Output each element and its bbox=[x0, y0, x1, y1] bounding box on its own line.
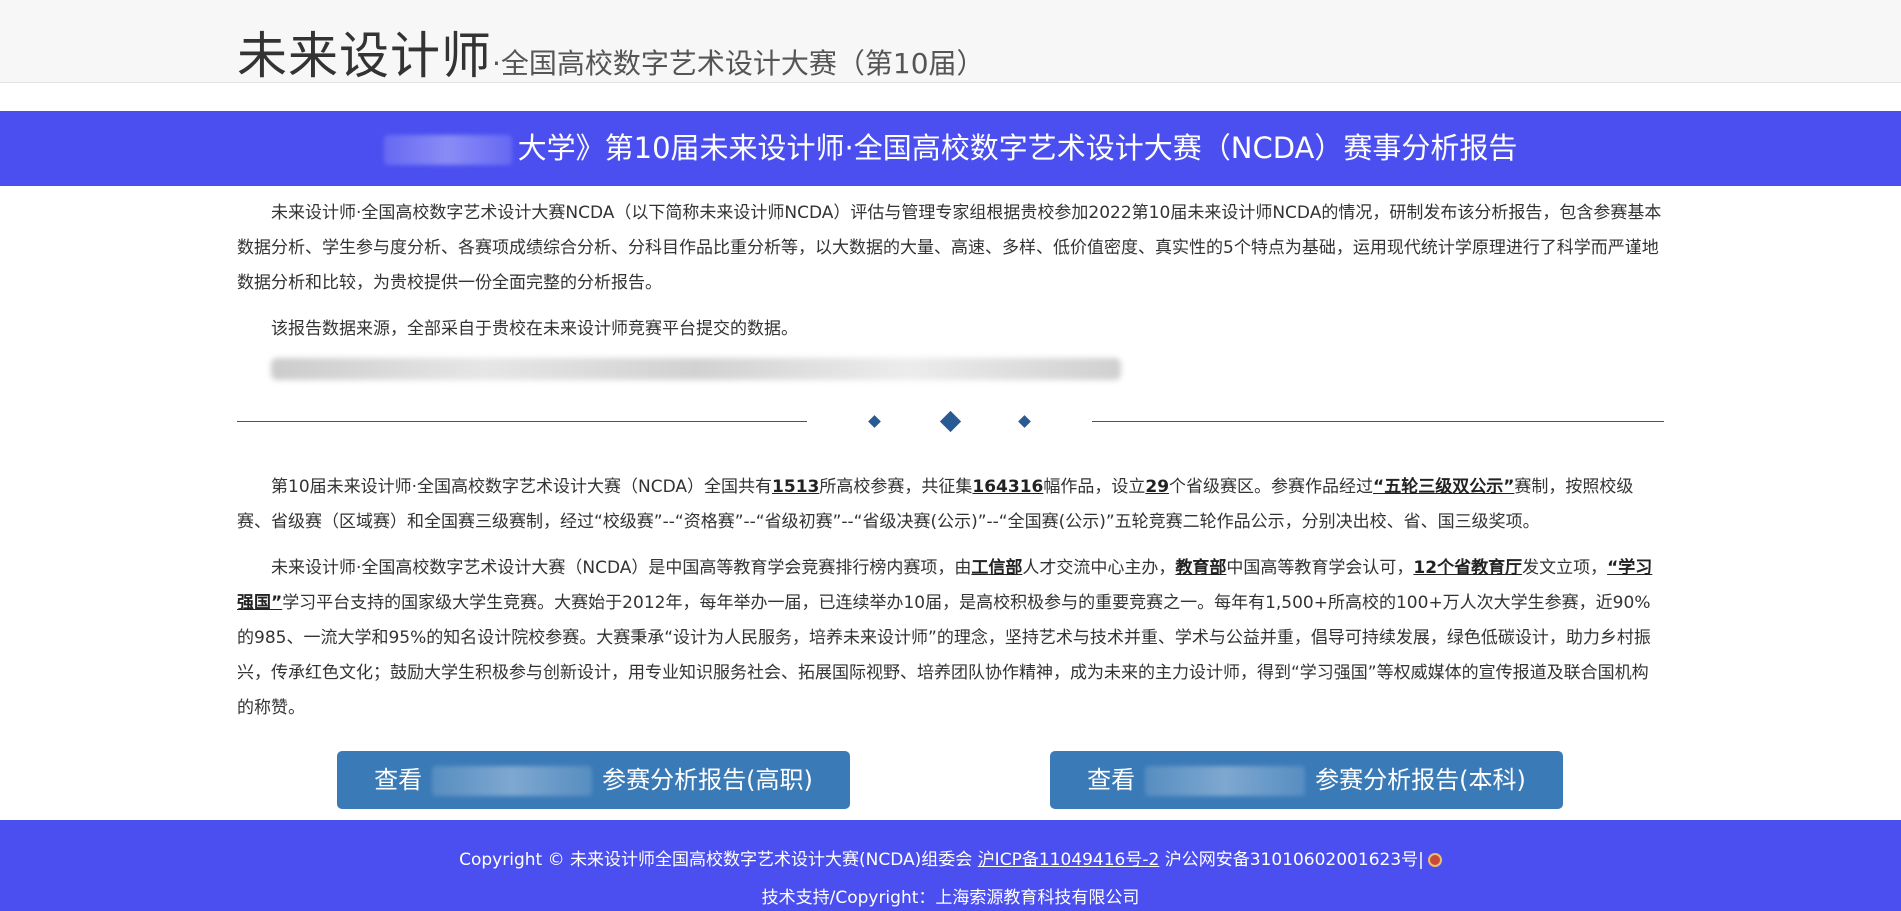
competition-system: “五轮三级双公示” bbox=[1373, 477, 1515, 497]
stats-text: 所高校参赛，共征集 bbox=[819, 477, 973, 497]
diamond-large-icon bbox=[939, 410, 962, 433]
footer-support-row: 技术支持/Copyright：上海索源教育科技有限公司 bbox=[0, 883, 1901, 908]
site-footer: Copyright © 未来设计师全国高校数字艺术设计大赛(NCDA)组委会 沪… bbox=[0, 820, 1901, 911]
view-undergrad-report-button[interactable]: 查看 参赛分析报告(本科) bbox=[1050, 751, 1563, 809]
divider-line-left bbox=[237, 421, 807, 422]
main-content: 未来设计师·全国高校数字艺术设计大赛NCDA（以下简称未来设计师NCDA）评估与… bbox=[237, 196, 1664, 737]
site-header: 未来设计师·全国高校数字艺术设计大赛（第10届） bbox=[0, 0, 1901, 85]
divider-line-right bbox=[1092, 421, 1664, 422]
tech-support-text: 技术支持/Copyright：上海索源教育科技有限公司 bbox=[761, 888, 1140, 908]
button-label-view: 查看 bbox=[374, 766, 423, 794]
data-source-paragraph: 该报告数据来源，全部采自于贵校在未来设计师竞赛平台提交的数据。 bbox=[271, 319, 798, 339]
diamond-small-icon bbox=[868, 415, 881, 428]
copyright-text: Copyright © 未来设计师全国高校数字艺术设计大赛(NCDA)组委会 bbox=[459, 850, 973, 870]
report-title-banner: 大学》第10届未来设计师·全国高校数字艺术设计大赛（NCDA）赛事分析报告 bbox=[0, 111, 1901, 186]
provinces-highlight: 12个省教育厅 bbox=[1413, 558, 1523, 578]
moe-highlight: 教育部 bbox=[1175, 558, 1227, 578]
school-count: 1513 bbox=[772, 477, 820, 497]
icp-link[interactable]: 沪ICP备11049416号-2 bbox=[978, 850, 1160, 870]
section-divider bbox=[237, 402, 1664, 442]
about-text: 未来设计师·全国高校数字艺术设计大赛（NCDA）是中国高等教育学会竞赛排行榜内赛… bbox=[271, 558, 972, 578]
miit-highlight: 工信部 bbox=[971, 558, 1023, 578]
redacted-line bbox=[271, 358, 1121, 380]
logo-dot: · bbox=[492, 47, 501, 80]
report-title: 大学》第10届未来设计师·全国高校数字艺术设计大赛（NCDA）赛事分析报告 bbox=[517, 131, 1518, 165]
diamond-small-icon bbox=[1018, 415, 1031, 428]
intro-paragraph: 未来设计师·全国高校数字艺术设计大赛NCDA（以下简称未来设计师NCDA）评估与… bbox=[237, 203, 1662, 293]
footer-copyright-row: Copyright © 未来设计师全国高校数字艺术设计大赛(NCDA)组委会 沪… bbox=[0, 845, 1901, 870]
about-paragraph: 未来设计师·全国高校数字艺术设计大赛（NCDA）是中国高等教育学会竞赛排行榜内赛… bbox=[237, 551, 1664, 726]
redacted-school-name bbox=[1145, 766, 1306, 796]
stats-paragraph: 第10届未来设计师·全国高校数字艺术设计大赛（NCDA）全国共有1513所高校参… bbox=[237, 470, 1664, 540]
button-label-vocational: 参赛分析报告(高职) bbox=[602, 766, 813, 794]
view-vocational-report-button[interactable]: 查看 参赛分析报告(高职) bbox=[337, 751, 850, 809]
police-record-text: 沪公网安备31010602001623号| bbox=[1164, 850, 1424, 870]
redacted-school-name bbox=[432, 766, 593, 796]
redacted-school-name bbox=[383, 135, 512, 165]
about-text: 中国高等教育学会认可， bbox=[1226, 558, 1414, 578]
site-logo[interactable]: 未来设计师 bbox=[237, 27, 492, 85]
about-text: 发文立项， bbox=[1522, 558, 1608, 578]
stats-text: 幅作品，设立 bbox=[1043, 477, 1146, 497]
about-text: 学习平台支持的国家级大学生竞赛。大赛始于2012年，每年举办一届，已连续举办10… bbox=[237, 593, 1651, 718]
header-title: 未来设计师·全国高校数字艺术设计大赛（第10届） bbox=[237, 16, 985, 88]
stats-text: 第10届未来设计师·全国高校数字艺术设计大赛（NCDA）全国共有 bbox=[271, 477, 773, 497]
region-count: 29 bbox=[1145, 477, 1170, 497]
about-text: 人才交流中心主办， bbox=[1022, 558, 1176, 578]
button-label-undergrad: 参赛分析报告(本科) bbox=[1315, 766, 1526, 794]
site-subtitle: 全国高校数字艺术设计大赛（第10届） bbox=[500, 47, 985, 80]
works-count: 164316 bbox=[972, 477, 1044, 497]
button-label-view: 查看 bbox=[1087, 766, 1136, 794]
police-badge-icon[interactable] bbox=[1427, 853, 1442, 867]
stats-text: 个省级赛区。参赛作品经过 bbox=[1169, 477, 1374, 497]
